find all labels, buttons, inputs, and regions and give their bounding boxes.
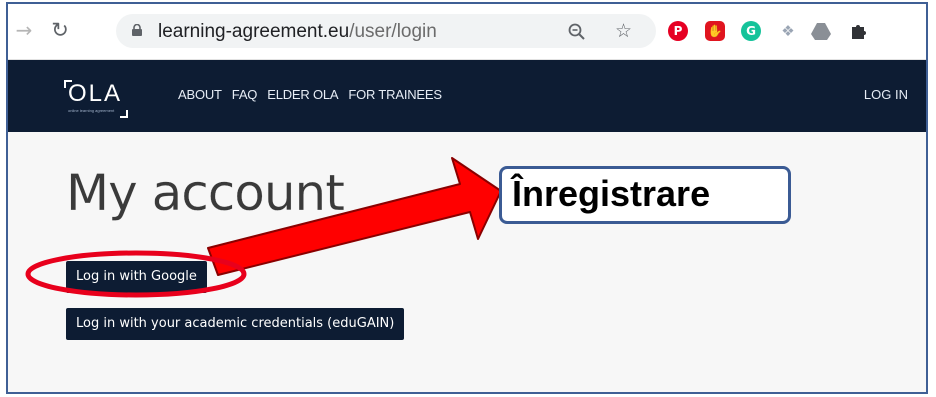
address-bar[interactable]: learning-agreement.eu/user/login ☆ bbox=[116, 14, 656, 48]
back-arrow-icon[interactable]: → bbox=[10, 16, 38, 44]
annotation-label-box: Înregistrare bbox=[499, 166, 791, 224]
pinterest-icon[interactable]: P bbox=[668, 21, 688, 41]
reload-icon[interactable]: ↻ bbox=[46, 16, 74, 44]
zoom-icon[interactable] bbox=[568, 23, 586, 41]
edugain-login-button[interactable]: Log in with your academic credentials (e… bbox=[66, 308, 405, 340]
nav-faq[interactable]: FAQ bbox=[232, 87, 258, 102]
main-nav: ABOUT FAQ ELDER OLA FOR TRAINEES bbox=[178, 87, 442, 102]
annotation-label: Înregistrare bbox=[512, 173, 711, 214]
page-title: My account bbox=[66, 164, 345, 222]
ola-logo[interactable]: OLA online learning agreement bbox=[64, 78, 128, 118]
google-login-button[interactable]: Log in with Google bbox=[66, 261, 207, 293]
logo-subtitle: online learning agreement bbox=[68, 108, 115, 113]
browser-toolbar: → ↻ learning-agreement.eu/user/login ☆ P… bbox=[8, 4, 926, 60]
logo-text: OLA bbox=[68, 80, 123, 107]
star-icon[interactable]: ☆ bbox=[615, 20, 632, 42]
url-domain: learning-agreement.eu bbox=[158, 21, 350, 42]
lock-icon bbox=[132, 24, 142, 36]
dropbox-icon[interactable]: ❖ bbox=[778, 21, 798, 41]
screenshot-frame: → ↻ learning-agreement.eu/user/login ☆ P… bbox=[6, 2, 928, 394]
url-text: learning-agreement.eu/user/login bbox=[158, 21, 437, 43]
extensions-puzzle-icon[interactable] bbox=[850, 22, 868, 40]
nav-elder-ola[interactable]: ELDER OLA bbox=[267, 87, 338, 102]
adblock-icon[interactable]: ✋ bbox=[705, 21, 725, 41]
drive-icon[interactable] bbox=[811, 23, 831, 40]
logo-bracket-br bbox=[120, 110, 128, 118]
url-path: /user/login bbox=[349, 21, 437, 42]
nav-about[interactable]: ABOUT bbox=[178, 87, 222, 102]
grammarly-icon[interactable]: G bbox=[741, 21, 761, 41]
login-link[interactable]: LOG IN bbox=[864, 87, 908, 102]
site-header: OLA online learning agreement ABOUT FAQ … bbox=[8, 60, 926, 132]
nav-for-trainees[interactable]: FOR TRAINEES bbox=[348, 87, 442, 102]
